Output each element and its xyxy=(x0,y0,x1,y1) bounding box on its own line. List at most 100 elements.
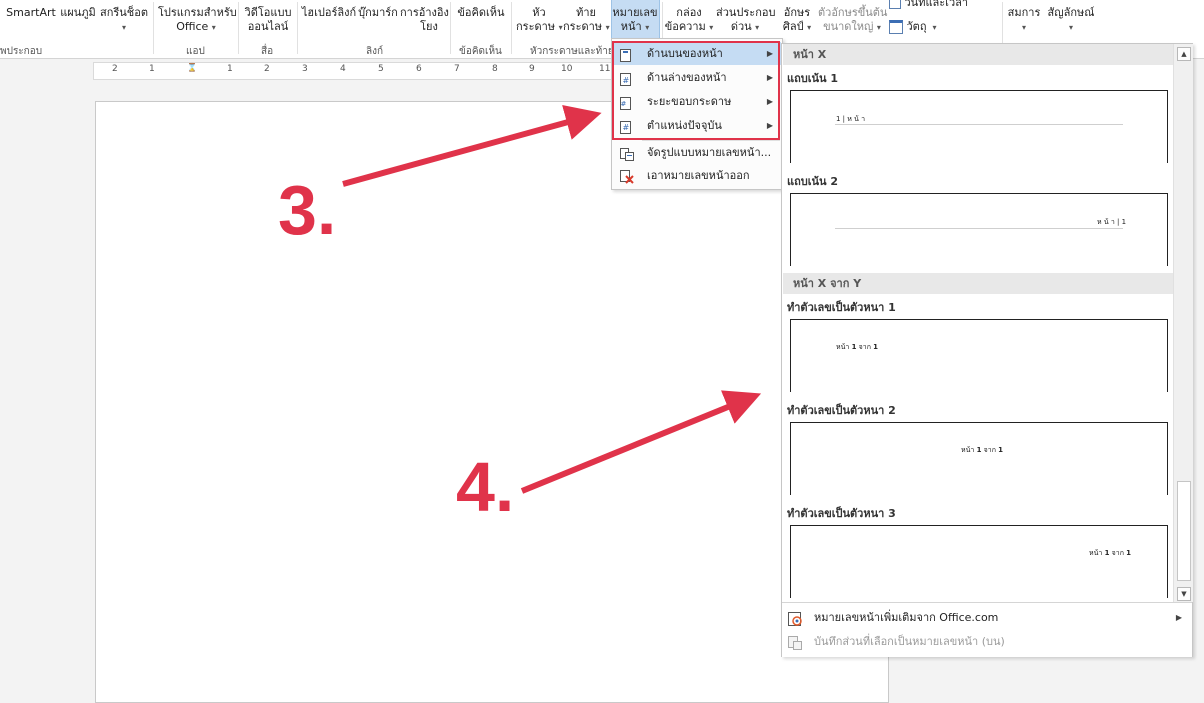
callout-step-4: 4. xyxy=(456,448,515,526)
chevron-right-icon: ▶ xyxy=(766,121,773,130)
smartart-button[interactable]: SmartArt xyxy=(6,6,56,20)
smartart-label: SmartArt xyxy=(6,6,56,19)
online-video-label-1: วิดีโอแบบ xyxy=(244,6,292,19)
page-number-gallery: หน้า X แถบเน้น 1 1 | ห น้ า แถบเน้น 2 ห … xyxy=(781,43,1193,657)
menu-item-current-position[interactable]: # ตำแหน่งปัจจุบัน ▶ xyxy=(613,114,781,137)
chevron-down-icon: ▾ xyxy=(709,23,714,32)
document-page[interactable] xyxy=(95,101,889,703)
remove-page-number-icon xyxy=(620,169,634,184)
textbox-label-2: ข้อความ xyxy=(664,20,706,33)
chevron-down-icon: ▾ xyxy=(558,23,563,32)
scroll-thumb[interactable] xyxy=(1177,481,1191,581)
indent-marker-icon[interactable]: ⌛ xyxy=(187,63,197,72)
more-page-numbers-label: หมายเลขหน้าเพิ่มเติมจาก Office.com xyxy=(814,611,999,624)
comment-button[interactable]: ข้อคิดเห็น xyxy=(455,6,507,20)
ruler-label: 8 xyxy=(492,64,498,74)
more-page-numbers-item[interactable]: หมายเลขหน้าเพิ่มเติมจาก Office.com ▶ xyxy=(782,606,1192,630)
horizontal-ruler[interactable]: 2 1 ⌛ 1 2 3 4 5 6 7 8 9 10 11 xyxy=(93,62,615,80)
bookmark-button[interactable]: บุ๊กมาร์ก xyxy=(357,6,399,20)
group-separator xyxy=(450,2,451,54)
gallery-item-bold-numbers-3[interactable]: หน้า 1 จาก 1 xyxy=(790,525,1168,598)
ruler-label: 1 xyxy=(227,64,233,74)
office-apps-button[interactable]: โปรแกรมสำหรับ Office ▾ xyxy=(158,6,237,35)
datetime-button[interactable]: วันที่และเวลา xyxy=(889,0,969,10)
gallery-item-title: แถบเน้น 2 xyxy=(787,175,839,188)
dropcap-label-2: ขนาดใหญ่ xyxy=(823,20,874,33)
group-media-label: สื่อ xyxy=(261,46,274,57)
gallery-scrollbar[interactable]: ▲ ▼ xyxy=(1173,44,1193,602)
menu-item-label: ด้านบนของหน้า xyxy=(647,47,723,60)
gallery-item-accent-bar-2[interactable]: ห น้ า | 1 xyxy=(790,193,1168,266)
wordart-button[interactable]: อักษร ศิลป์ ▾ xyxy=(777,6,817,35)
save-selection-icon xyxy=(788,635,802,650)
ruler-label: 11 xyxy=(599,64,611,74)
group-separator xyxy=(238,2,239,54)
object-icon xyxy=(889,20,903,34)
object-button[interactable]: วัตถุ ▾ xyxy=(889,20,949,35)
scroll-up-button[interactable]: ▲ xyxy=(1177,47,1191,61)
chevron-right-icon: ▶ xyxy=(766,49,773,58)
chevron-right-icon: ▶ xyxy=(1175,613,1182,622)
quickparts-label-1: ส่วนประกอบ xyxy=(716,6,776,19)
menu-item-bottom-of-page[interactable]: # ด้านล่างของหน้า ▶ xyxy=(613,66,781,89)
page-number-sample: หน้า 1 จาก 1 xyxy=(961,446,1004,454)
header-button[interactable]: หัว กระดาษ ▾ xyxy=(516,6,563,35)
header-label-2: กระดาษ xyxy=(516,20,556,33)
chevron-down-icon: ▾ xyxy=(605,23,610,32)
scroll-down-button[interactable]: ▼ xyxy=(1177,587,1191,601)
menu-item-label: ระยะขอบกระดาษ xyxy=(647,95,732,108)
header-label-1: หัว xyxy=(532,6,546,19)
menu-item-format-page-numbers[interactable]: จัดรูปแบบหมายเลขหน้า... xyxy=(613,141,781,164)
wordart-label-1: อักษร xyxy=(783,6,811,19)
hyperlink-label: ไฮเปอร์ลิงก์ xyxy=(301,6,357,19)
chevron-down-icon: ▾ xyxy=(755,23,760,32)
hyperlink-button[interactable]: ไฮเปอร์ลิงก์ xyxy=(301,6,357,20)
quickparts-button[interactable]: ส่วนประกอบ ด่วน ▾ xyxy=(716,6,776,35)
calendar-icon xyxy=(889,0,901,9)
ruler-label: 7 xyxy=(454,64,460,74)
group-separator xyxy=(297,2,298,54)
page-current-icon: # xyxy=(620,119,632,134)
equation-button[interactable]: สมการ ▾ xyxy=(1005,6,1043,35)
crossref-button[interactable]: การอ้างอิง โยง xyxy=(400,6,449,34)
menu-item-top-of-page[interactable]: ด้านบนของหน้า ▶ xyxy=(613,42,781,65)
ruler-label: 3 xyxy=(302,64,308,74)
textbox-label-1: กล่อง xyxy=(676,6,702,19)
textbox-button[interactable]: กล่อง ข้อความ ▾ xyxy=(664,6,714,35)
group-separator xyxy=(153,2,154,54)
page-bottom-icon: # xyxy=(620,71,632,86)
page-number-button[interactable]: หมายเลข หน้า ▾ xyxy=(611,6,659,35)
gallery-item-bold-numbers-1[interactable]: หน้า 1 จาก 1 xyxy=(790,319,1168,392)
screenshot-button[interactable]: สกรีนช็อต ▾ xyxy=(99,6,149,35)
menu-item-page-margins[interactable]: # ระยะขอบกระดาษ ▶ xyxy=(613,90,781,113)
chart-button[interactable]: แผนภูมิ xyxy=(59,6,97,20)
gallery-footer: หมายเลขหน้าเพิ่มเติมจาก Office.com ▶ บัน… xyxy=(782,602,1192,657)
group-links-label: ลิงก์ xyxy=(366,46,384,57)
gallery-item-title: ทำตัวเลขเป็นตัวหนา 2 xyxy=(787,404,896,417)
office-apps-label-1: โปรแกรมสำหรับ xyxy=(158,6,237,19)
gallery-item-accent-bar-1[interactable]: 1 | ห น้ า xyxy=(790,90,1168,163)
gallery-item-bold-numbers-2[interactable]: หน้า 1 จาก 1 xyxy=(790,422,1168,495)
chevron-right-icon: ▶ xyxy=(766,97,773,106)
menu-item-remove-page-numbers[interactable]: เอาหมายเลขหน้าออก xyxy=(613,164,781,187)
quickparts-label-2: ด่วน xyxy=(730,20,752,33)
chart-label: แผนภูมิ xyxy=(60,6,96,19)
page-margin-icon: # xyxy=(620,95,632,110)
menu-item-label: จัดรูปแบบหมายเลขหน้า... xyxy=(647,146,772,159)
group-comments-label: ข้อคิดเห็น xyxy=(459,46,502,57)
ruler-label: 2 xyxy=(112,64,118,74)
dropcap-label-1: ตัวอักษรขึ้นต้น xyxy=(818,6,888,19)
save-selection-label: บันทึกส่วนที่เลือกเป็นหมายเลขหน้า (บน) xyxy=(814,635,1005,648)
footer-label-1: ท้าย xyxy=(576,6,596,19)
page-number-sample: หน้า 1 จาก 1 xyxy=(1089,549,1132,557)
dropcap-button[interactable]: ตัวอักษรขึ้นต้น ขนาดใหญ่ ▾ xyxy=(818,6,888,35)
ruler-label: 1 xyxy=(149,64,155,74)
datetime-label: วันที่และเวลา xyxy=(904,0,969,9)
online-video-button[interactable]: วิดีโอแบบ ออนไลน์ xyxy=(243,6,293,34)
page-top-icon xyxy=(620,47,632,62)
page-number-sample: หน้า 1 จาก 1 xyxy=(836,343,879,351)
footer-button[interactable]: ท้าย กระดาษ ▾ xyxy=(563,6,610,35)
crossref-label-1: การอ้างอิง xyxy=(400,6,449,19)
callout-step-3: 3. xyxy=(278,171,337,249)
symbol-button[interactable]: สัญลักษณ์ ▾ xyxy=(1045,6,1097,35)
